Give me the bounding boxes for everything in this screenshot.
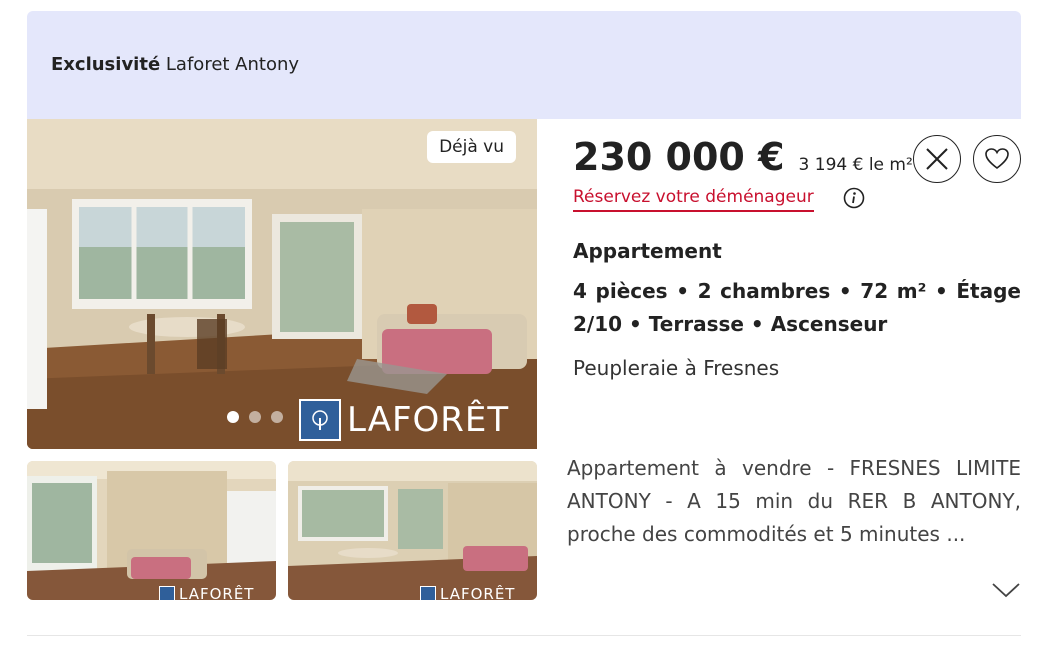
card-separator xyxy=(27,635,1021,636)
exclusive-label: Exclusivité xyxy=(51,54,161,75)
carousel-dot[interactable] xyxy=(249,411,261,423)
tree-logo-icon xyxy=(299,399,341,441)
features-list: 4 pièces • 2 chambres • 72 m² • Étage 2/… xyxy=(573,275,1021,341)
agency-banner: Exclusivité Laforet Antony xyxy=(27,11,1021,119)
feature-separator: • xyxy=(750,312,764,336)
feature-item: 72 m² xyxy=(860,279,927,303)
property-type: Appartement xyxy=(573,239,722,263)
agency-line: Exclusivité Laforet Antony xyxy=(51,54,299,75)
carousel-dots[interactable] xyxy=(227,411,283,423)
watermark-text: LAFORÊT xyxy=(440,585,516,600)
close-icon xyxy=(926,148,948,170)
thumbnail-photo[interactable]: LAFORÊT xyxy=(27,461,276,600)
feature-item: 2 chambres xyxy=(697,279,831,303)
info-icon[interactable] xyxy=(843,187,865,213)
heart-icon xyxy=(985,148,1009,170)
agency-watermark: LAFORÊT xyxy=(299,399,509,441)
watermark-text: LAFORÊT xyxy=(179,585,255,600)
agency-watermark: LAFORÊT xyxy=(420,585,515,600)
description: Appartement à vendre - FRESNES LIMITE AN… xyxy=(567,456,1021,546)
feature-separator: • xyxy=(934,279,948,303)
chevron-down-icon[interactable] xyxy=(991,581,1021,603)
carousel-dot[interactable] xyxy=(271,411,283,423)
favorite-button[interactable] xyxy=(973,135,1021,183)
tree-logo-icon xyxy=(420,586,436,600)
listing-card[interactable]: Exclusivité Laforet Antony Déjà vu LAFOR… xyxy=(27,11,1021,601)
agency-watermark: LAFORÊT xyxy=(159,585,254,600)
feature-item: Ascenseur xyxy=(770,312,888,336)
dismiss-button[interactable] xyxy=(913,135,961,183)
feature-separator: • xyxy=(838,279,852,303)
carousel-dot[interactable] xyxy=(227,411,239,423)
tree-logo-icon xyxy=(159,586,175,600)
feature-separator: • xyxy=(676,279,690,303)
seen-badge: Déjà vu xyxy=(427,131,516,163)
room-photo xyxy=(288,461,537,600)
watermark-text: LAFORÊT xyxy=(347,400,510,440)
agency-name: Laforet Antony xyxy=(165,54,300,75)
mover-link[interactable]: Réservez votre déménageur xyxy=(573,187,814,212)
feature-item: 4 pièces xyxy=(573,279,668,303)
location: Peupleraie à Fresnes xyxy=(573,356,780,380)
main-photo[interactable]: Déjà vu LAFORÊT xyxy=(27,119,537,449)
price-row: 230 000 € 3 194 € le m² xyxy=(573,135,913,179)
thumbnail-photo[interactable]: LAFORÊT xyxy=(288,461,537,600)
feature-separator: • xyxy=(629,312,642,336)
price-per-sqm: 3 194 € le m² xyxy=(798,155,913,175)
price: 230 000 € xyxy=(573,135,785,179)
feature-item: Terrasse xyxy=(648,312,744,336)
room-photo xyxy=(27,461,276,600)
